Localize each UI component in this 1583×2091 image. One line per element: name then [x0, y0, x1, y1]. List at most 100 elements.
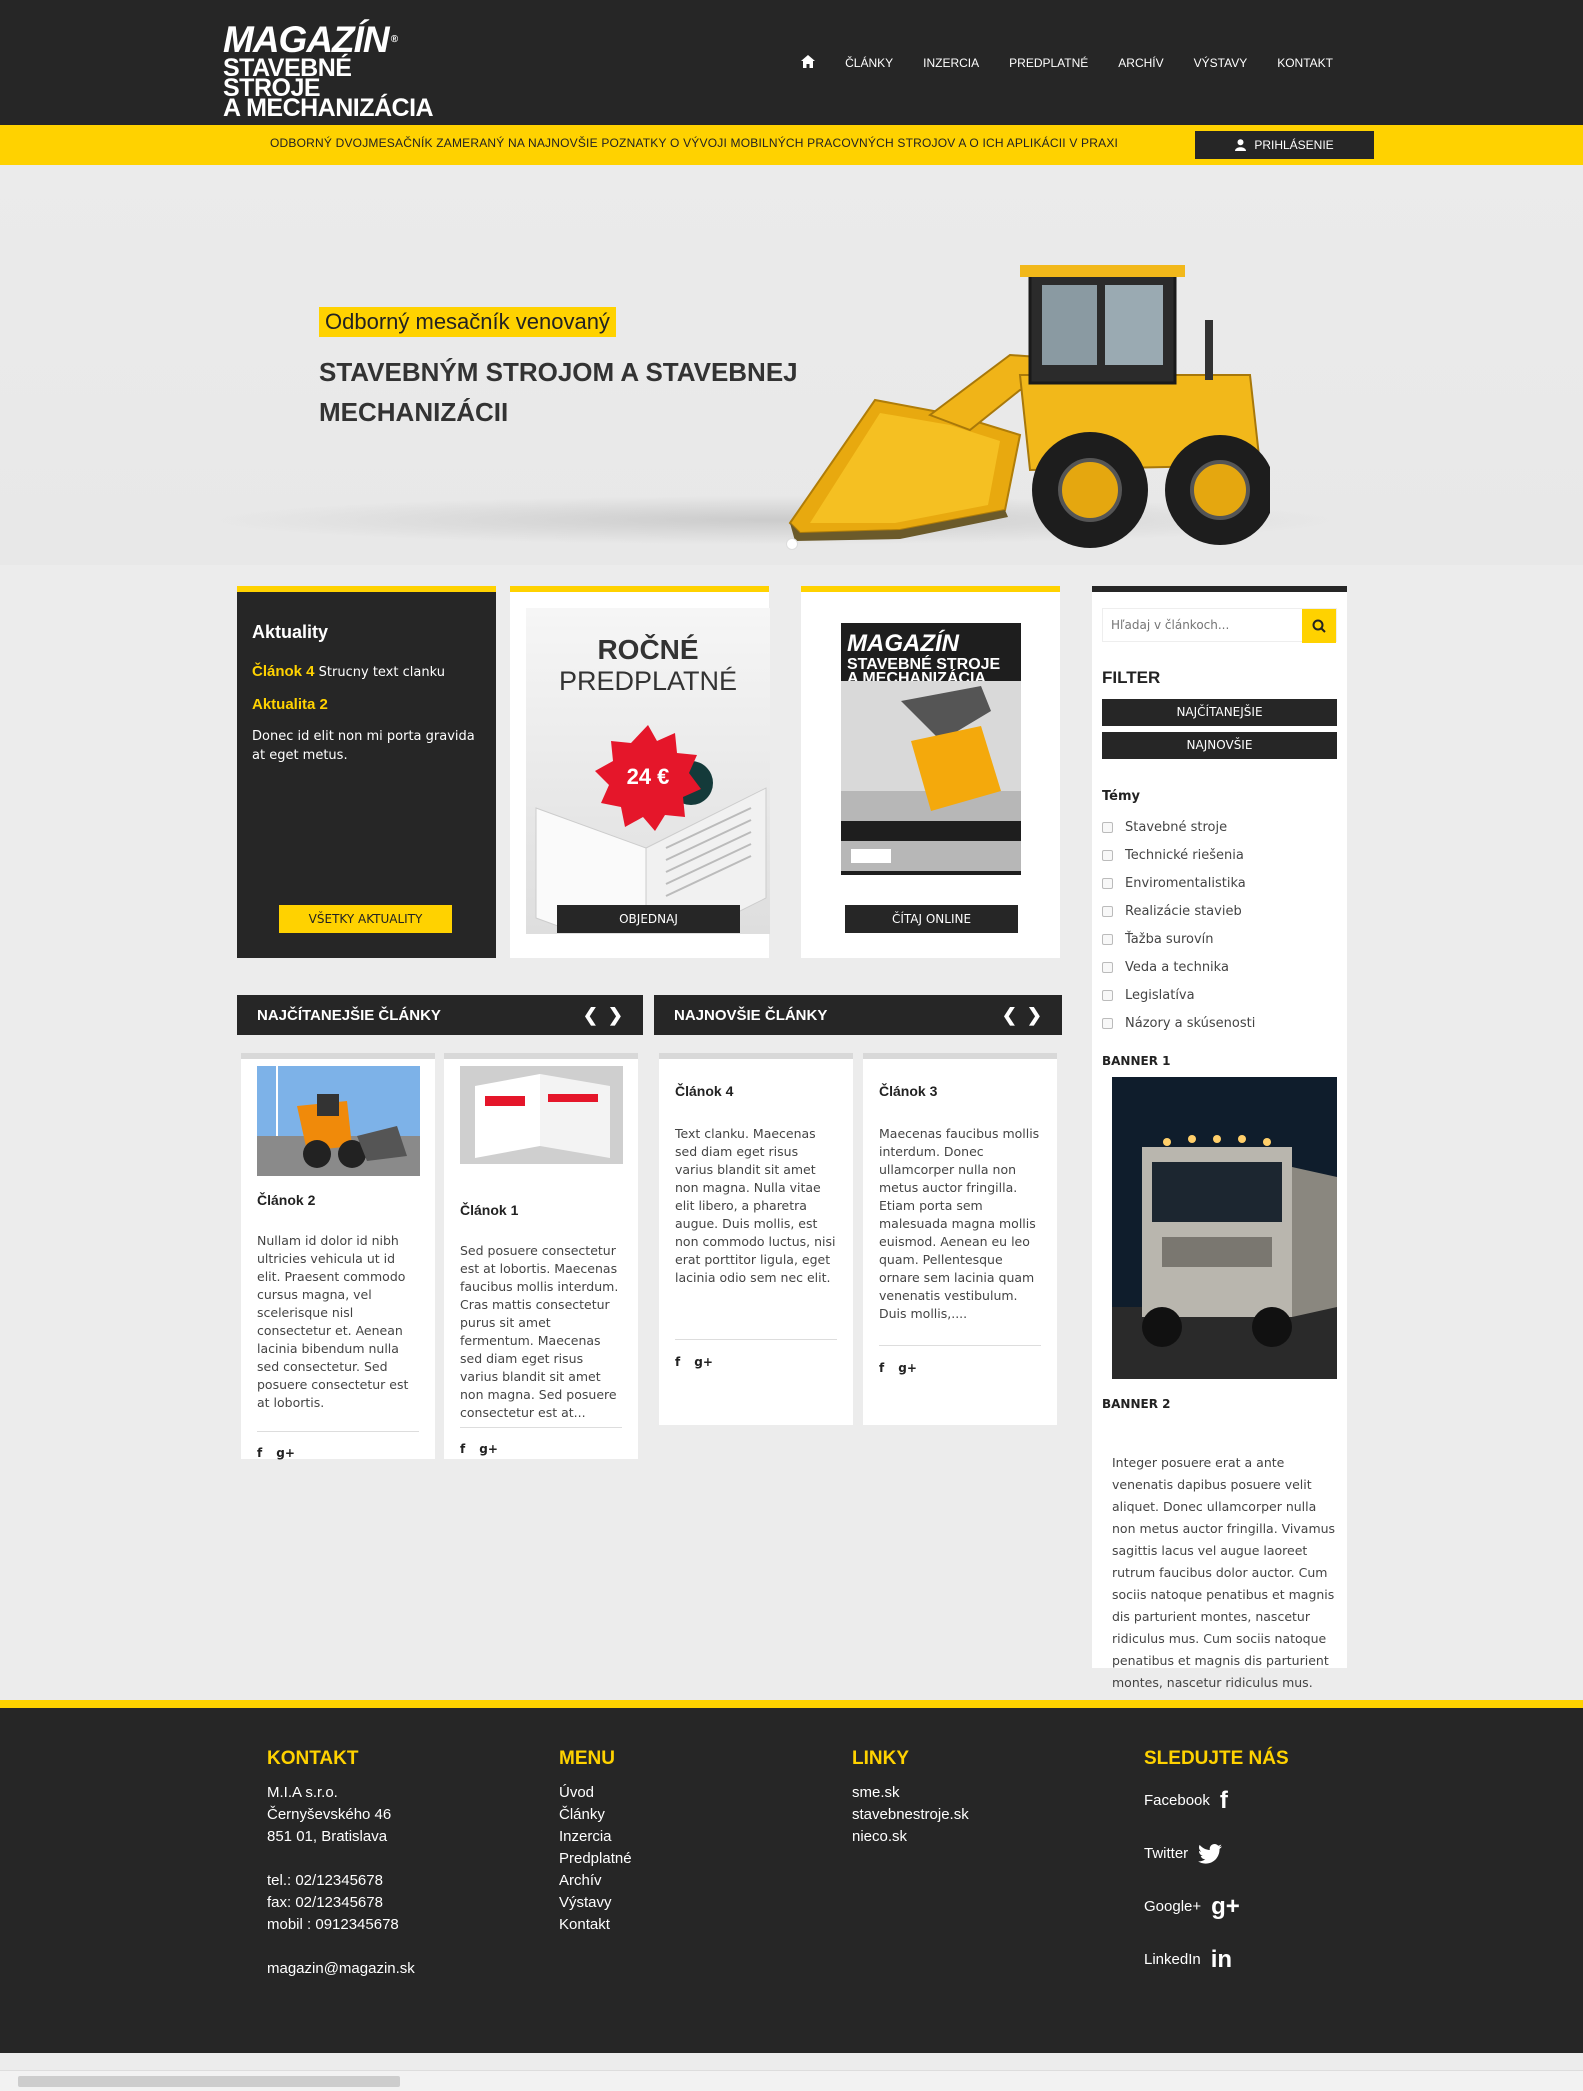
- share-links: f g+: [675, 1355, 713, 1369]
- article-text: Nullam id dolor id nibh ultricies vehicu…: [257, 1233, 409, 1410]
- footer-accent-line: [0, 1700, 1583, 1708]
- footer-link[interactable]: nieco.sk: [852, 1826, 969, 1848]
- aktuality-item-2-title[interactable]: Aktualita 2: [252, 696, 481, 713]
- google-plus-icon[interactable]: g+: [276, 1446, 295, 1460]
- login-label: PRIHLÁSENIE: [1254, 138, 1334, 152]
- footer-menu-link[interactable]: Výstavy: [559, 1892, 632, 1914]
- banner-1-heading: BANNER 1: [1102, 1054, 1171, 1068]
- footer-contact-line: 851 01, Bratislava: [267, 1828, 388, 1845]
- prev-arrow-icon[interactable]: ❮: [1002, 1005, 1017, 1026]
- next-arrow-icon[interactable]: ❯: [1027, 1005, 1042, 1026]
- article-title[interactable]: Článok 1: [460, 1202, 622, 1218]
- aktuality-heading: Aktuality: [252, 622, 329, 642]
- banner-2-text: Integer posuere erat a ante venenatis da…: [1112, 1455, 1336, 1690]
- banner-1-truck-image[interactable]: [1112, 1077, 1337, 1379]
- site-logo[interactable]: MAGAZÍN ® STAVEBNÉ STROJE A MECHANIZÁCIA: [223, 21, 453, 121]
- facebook-icon[interactable]: f: [675, 1355, 680, 1369]
- article-card[interactable]: Článok 2 Nullam id dolor id nibh ultrici…: [241, 1053, 435, 1460]
- footer-contact-heading: KONTAKT: [267, 1748, 359, 1769]
- share-links: f g+: [257, 1446, 295, 1460]
- order-button[interactable]: OBJEDNAJ: [557, 905, 740, 933]
- search-box: [1102, 608, 1337, 643]
- aktuality-item-1-title[interactable]: Článok 4: [252, 663, 315, 680]
- footer-menu-link[interactable]: Predplatné: [559, 1848, 632, 1870]
- article-title[interactable]: Článok 3: [879, 1083, 1041, 1099]
- slider-dot[interactable]: [786, 538, 798, 550]
- facebook-icon[interactable]: f: [460, 1442, 465, 1456]
- subscription-card: ROČNÉ PREDPLATNÉ 24 € OBJEDNAJ: [510, 586, 770, 958]
- article-image-excavator: [257, 1066, 420, 1176]
- banner-2-heading: BANNER 2: [1102, 1397, 1171, 1411]
- topic-checkbox[interactable]: Stavebné stroje: [1102, 820, 1227, 835]
- footer: KONTAKT M.I.A s.r.o. Černyševského 46 85…: [0, 1708, 1583, 2053]
- hero-title: STAVEBNÝM STROJOM A STAVEBNEJ MECHANIZÁC…: [319, 357, 798, 427]
- topic-checkbox[interactable]: Názory a skúsenosti: [1102, 1016, 1255, 1031]
- footer-menu-link[interactable]: Úvod: [559, 1782, 632, 1804]
- home-icon[interactable]: [786, 55, 830, 71]
- footer-menu-link[interactable]: Archív: [559, 1870, 632, 1892]
- facebook-icon[interactable]: f: [257, 1446, 262, 1460]
- article-title[interactable]: Článok 2: [257, 1192, 419, 1208]
- footer-menu-link[interactable]: Inzercia: [559, 1826, 632, 1848]
- google-plus-icon: g+: [1211, 1892, 1240, 1920]
- prev-arrow-icon[interactable]: ❮: [583, 1005, 598, 1026]
- facebook-icon[interactable]: f: [879, 1361, 884, 1375]
- nav-item-inzercia[interactable]: INZERCIA: [908, 56, 994, 70]
- topic-checkbox[interactable]: Legislatíva: [1102, 988, 1195, 1003]
- article-text: Sed posuere consectetur est at lobortis.…: [460, 1243, 619, 1420]
- footer-link[interactable]: sme.sk: [852, 1782, 969, 1804]
- scrollbar-thumb[interactable]: [18, 2076, 400, 2087]
- footer-contact-line: Černyševského 46: [267, 1806, 392, 1823]
- read-online-button[interactable]: ČÍTAJ ONLINE: [845, 905, 1018, 933]
- topic-checkbox[interactable]: Technické riešenia: [1102, 848, 1244, 863]
- horizontal-scrollbar[interactable]: [0, 2070, 1583, 2091]
- google-plus-icon[interactable]: g+: [898, 1361, 917, 1375]
- social-link-twitter[interactable]: Twitter: [1144, 1827, 1289, 1880]
- login-button[interactable]: PRIHLÁSENIE: [1195, 131, 1374, 159]
- social-link-facebook[interactable]: Facebook f: [1144, 1774, 1289, 1827]
- footer-menu-link[interactable]: Články: [559, 1804, 632, 1826]
- next-arrow-icon[interactable]: ❯: [608, 1005, 623, 1026]
- nav-item-clanky[interactable]: ČLÁNKY: [830, 56, 908, 70]
- search-button[interactable]: [1302, 609, 1336, 643]
- magazine-cover[interactable]: MAGAZÍN STAVEBNÉ STROJE A MECHANIZÁCIA: [841, 623, 1021, 875]
- share-links: f g+: [879, 1361, 917, 1375]
- footer-contact-line: [267, 1848, 415, 1870]
- search-input[interactable]: [1103, 609, 1303, 641]
- cover-photo: [841, 681, 1021, 871]
- topic-checkbox[interactable]: Veda a technika: [1102, 960, 1229, 975]
- footer-menu-heading: MENU: [559, 1748, 615, 1769]
- article-card[interactable]: Článok 3 Maecenas faucibus mollis interd…: [863, 1053, 1057, 1425]
- article-card[interactable]: Článok 1 Sed posuere consectetur est at …: [444, 1053, 638, 1459]
- all-news-button[interactable]: VŠETKY AKTUALITY: [279, 905, 452, 933]
- newest-heading: NAJNOVŠIE ČLÁNKY: [674, 1006, 828, 1024]
- topic-checkbox[interactable]: Enviromentalistika: [1102, 876, 1246, 891]
- filter-most-read-button[interactable]: NAJČÍTANEJŠIE: [1102, 699, 1337, 726]
- google-plus-icon[interactable]: g+: [479, 1442, 498, 1456]
- footer-menu: MENU Úvod Články Inzercia Predplatné Arc…: [559, 1748, 632, 1936]
- footer-link[interactable]: stavebnestroje.sk: [852, 1804, 969, 1826]
- article-title[interactable]: Článok 4: [675, 1083, 837, 1099]
- social-link-google-plus[interactable]: Google+ g+: [1144, 1880, 1289, 1933]
- footer-contact-line: fax: 02/12345678: [267, 1894, 383, 1911]
- wheel-loader-image: [788, 265, 1270, 548]
- topic-checkbox[interactable]: Realizácie stavieb: [1102, 904, 1242, 919]
- footer-email-link[interactable]: magazin@magazin.sk: [267, 1958, 415, 1980]
- topic-checkbox[interactable]: Ťažba surovín: [1102, 932, 1214, 947]
- filter-newest-button[interactable]: NAJNOVŠIE: [1102, 732, 1337, 759]
- topics-heading: Témy: [1102, 789, 1140, 804]
- article-text: Maecenas faucibus mollis interdum. Donec…: [879, 1126, 1040, 1321]
- footer-contact-line: tel.: 02/12345678: [267, 1872, 383, 1889]
- social-link-linkedin[interactable]: LinkedIn in: [1144, 1933, 1289, 1986]
- footer-links: LINKY sme.sk stavebnestroje.sk nieco.sk: [852, 1748, 969, 1848]
- google-plus-icon[interactable]: g+: [694, 1355, 713, 1369]
- footer-menu-link[interactable]: Kontakt: [559, 1914, 632, 1936]
- nav-item-predplatne[interactable]: PREDPLATNÉ: [994, 56, 1103, 70]
- nav-item-kontakt[interactable]: KONTAKT: [1262, 56, 1348, 70]
- nav-item-vystavy[interactable]: VÝSTAVY: [1179, 56, 1263, 70]
- search-icon: [1312, 619, 1326, 633]
- nav-item-archiv[interactable]: ARCHÍV: [1103, 56, 1178, 70]
- article-card[interactable]: Článok 4 Text clanku. Maecenas sed diam …: [659, 1053, 853, 1425]
- share-links: f g+: [460, 1442, 498, 1456]
- footer-contact: KONTAKT M.I.A s.r.o. Černyševského 46 85…: [267, 1748, 415, 1980]
